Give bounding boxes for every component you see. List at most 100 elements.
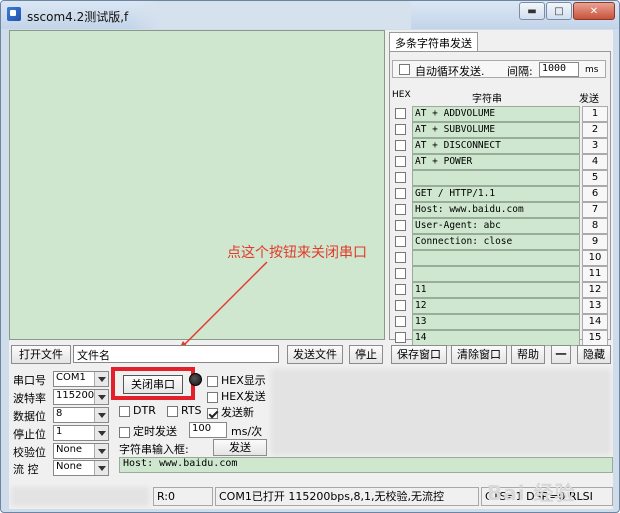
title-bar[interactable]: sscom4.2测试版,f ▬ □ ✕ bbox=[1, 1, 619, 29]
row-string-input[interactable]: 14 bbox=[412, 330, 580, 346]
row-send-button[interactable]: 12 bbox=[582, 282, 608, 298]
row-string-input[interactable]: AT + DISCONNECT bbox=[412, 138, 580, 154]
dtr-checkbox[interactable] bbox=[119, 405, 130, 417]
row-send-button[interactable]: 8 bbox=[582, 218, 608, 234]
row-hex-checkbox[interactable] bbox=[395, 300, 406, 311]
help-button[interactable]: 帮助 bbox=[511, 345, 545, 364]
row-send-button[interactable]: 4 bbox=[582, 154, 608, 170]
row-hex-checkbox[interactable] bbox=[395, 156, 406, 167]
chevron-down-icon[interactable] bbox=[94, 390, 108, 404]
row-hex-checkbox[interactable] bbox=[395, 268, 406, 279]
row-hex-checkbox[interactable] bbox=[395, 284, 406, 295]
row-string-input[interactable]: AT + POWER bbox=[412, 154, 580, 170]
row-send-button[interactable]: 1 bbox=[582, 106, 608, 122]
row-string-input[interactable] bbox=[412, 250, 580, 266]
send-newline-checkbox[interactable] bbox=[207, 407, 218, 419]
port-info: COM1已打开 115200bps,8,1,无校验,无流控 bbox=[215, 487, 479, 506]
row-string-input[interactable]: GET / HTTP/1.1 bbox=[412, 186, 580, 202]
flow-select[interactable]: None bbox=[53, 460, 109, 476]
row-hex-checkbox[interactable] bbox=[395, 220, 406, 231]
row-string-input[interactable]: AT + SUBVOLUME bbox=[412, 122, 580, 138]
hex-send-option[interactable]: HEX发送 bbox=[207, 388, 266, 404]
port-select[interactable]: COM1 bbox=[53, 371, 109, 387]
close-port-button[interactable]: 关闭串口 bbox=[123, 375, 183, 394]
save-window-button[interactable]: 保存窗口 bbox=[391, 345, 447, 364]
baud-select[interactable]: 115200 bbox=[53, 389, 109, 405]
timed-send-option[interactable]: 定时发送 bbox=[119, 423, 177, 439]
receive-area[interactable] bbox=[9, 30, 385, 340]
row-hex-checkbox[interactable] bbox=[395, 108, 406, 119]
file-name-field[interactable]: 文件名 bbox=[73, 345, 279, 363]
hex-display-option[interactable]: HEX显示 bbox=[207, 372, 266, 388]
multi-send-row: AT + SUBVOLUME 2 bbox=[392, 122, 608, 138]
row-hex-checkbox[interactable] bbox=[395, 124, 406, 135]
stopbits-select[interactable]: 1 bbox=[53, 425, 109, 441]
row-string-input[interactable]: 13 bbox=[412, 314, 580, 330]
row-hex-checkbox[interactable] bbox=[395, 316, 406, 327]
row-hex-checkbox[interactable] bbox=[395, 332, 406, 343]
open-file-button[interactable]: 打开文件 bbox=[11, 345, 71, 364]
send-string-input[interactable]: Host: www.baidu.com bbox=[119, 457, 613, 473]
auto-loop-label: 自动循环发送. bbox=[415, 65, 485, 78]
row-string-input[interactable] bbox=[412, 170, 580, 186]
dtr-option[interactable]: DTR bbox=[119, 404, 156, 417]
rts-option[interactable]: RTS bbox=[167, 404, 202, 417]
stopbits-value: 1 bbox=[56, 426, 63, 437]
interval-input[interactable]: 1000 bbox=[539, 62, 579, 77]
row-send-button[interactable]: 6 bbox=[582, 186, 608, 202]
row-hex-checkbox[interactable] bbox=[395, 236, 406, 247]
title-blur bbox=[131, 1, 411, 29]
row-hex-checkbox[interactable] bbox=[395, 252, 406, 263]
hex-send-checkbox[interactable] bbox=[207, 391, 218, 403]
timed-send-checkbox[interactable] bbox=[119, 426, 130, 438]
close-icon[interactable]: ✕ bbox=[573, 2, 615, 20]
row-send-button[interactable]: 3 bbox=[582, 138, 608, 154]
chevron-down-icon[interactable] bbox=[94, 444, 108, 458]
hex-display-checkbox[interactable] bbox=[207, 375, 218, 387]
row-string-input[interactable]: User-Agent: abc bbox=[412, 218, 580, 234]
rts-checkbox[interactable] bbox=[167, 405, 178, 417]
multi-send-row: AT + POWER 4 bbox=[392, 154, 608, 170]
row-string-input[interactable] bbox=[412, 266, 580, 282]
maximize-icon[interactable]: □ bbox=[546, 2, 572, 20]
dtr-label: DTR bbox=[133, 404, 156, 417]
databits-select[interactable]: 8 bbox=[53, 407, 109, 423]
row-send-button[interactable]: 7 bbox=[582, 202, 608, 218]
auto-loop-checkbox[interactable] bbox=[399, 64, 410, 75]
row-string-input[interactable]: Connection: close bbox=[412, 234, 580, 250]
hide-button[interactable]: 隐藏 bbox=[577, 345, 611, 364]
row-string-input[interactable]: Host: www.baidu.com bbox=[412, 202, 580, 218]
row-hex-checkbox[interactable] bbox=[395, 172, 406, 183]
minimize-icon[interactable]: ▬ bbox=[519, 2, 545, 20]
row-send-button[interactable]: 13 bbox=[582, 298, 608, 314]
row-send-button[interactable]: 14 bbox=[582, 314, 608, 330]
row-send-button[interactable]: 10 bbox=[582, 250, 608, 266]
chevron-down-icon[interactable] bbox=[94, 408, 108, 422]
row-send-button[interactable]: 9 bbox=[582, 234, 608, 250]
row-hex-checkbox[interactable] bbox=[395, 204, 406, 215]
row-hex-checkbox[interactable] bbox=[395, 188, 406, 199]
row-send-button[interactable]: 11 bbox=[582, 266, 608, 282]
clear-window-button[interactable]: 清除窗口 bbox=[451, 345, 507, 364]
parity-select[interactable]: None bbox=[53, 443, 109, 459]
row-send-button[interactable]: 15 bbox=[582, 330, 608, 346]
header-string: 字符串 bbox=[472, 94, 502, 105]
chevron-down-icon[interactable] bbox=[94, 461, 108, 475]
multi-send-row: 10 bbox=[392, 250, 608, 266]
stop-button[interactable]: 停止 bbox=[349, 345, 383, 364]
row-hex-checkbox[interactable] bbox=[395, 140, 406, 151]
interval-label: 间隔: bbox=[507, 65, 533, 78]
row-string-input[interactable]: 12 bbox=[412, 298, 580, 314]
send-button[interactable]: 发送 bbox=[213, 439, 267, 456]
row-string-input[interactable]: AT + ADDVOLUME bbox=[412, 106, 580, 122]
collapse-button[interactable]: 一 bbox=[551, 345, 571, 364]
chevron-down-icon[interactable] bbox=[94, 372, 108, 386]
chevron-down-icon[interactable] bbox=[94, 426, 108, 440]
row-string-input[interactable]: 11 bbox=[412, 282, 580, 298]
send-file-button[interactable]: 发送文件 bbox=[287, 345, 343, 364]
send-newline-option[interactable]: 发送新 bbox=[207, 404, 254, 420]
timed-interval-input[interactable]: 100 bbox=[189, 422, 227, 438]
tab-multi-send[interactable]: 多条字符串发送 bbox=[389, 32, 478, 52]
row-send-button[interactable]: 5 bbox=[582, 170, 608, 186]
row-send-button[interactable]: 2 bbox=[582, 122, 608, 138]
